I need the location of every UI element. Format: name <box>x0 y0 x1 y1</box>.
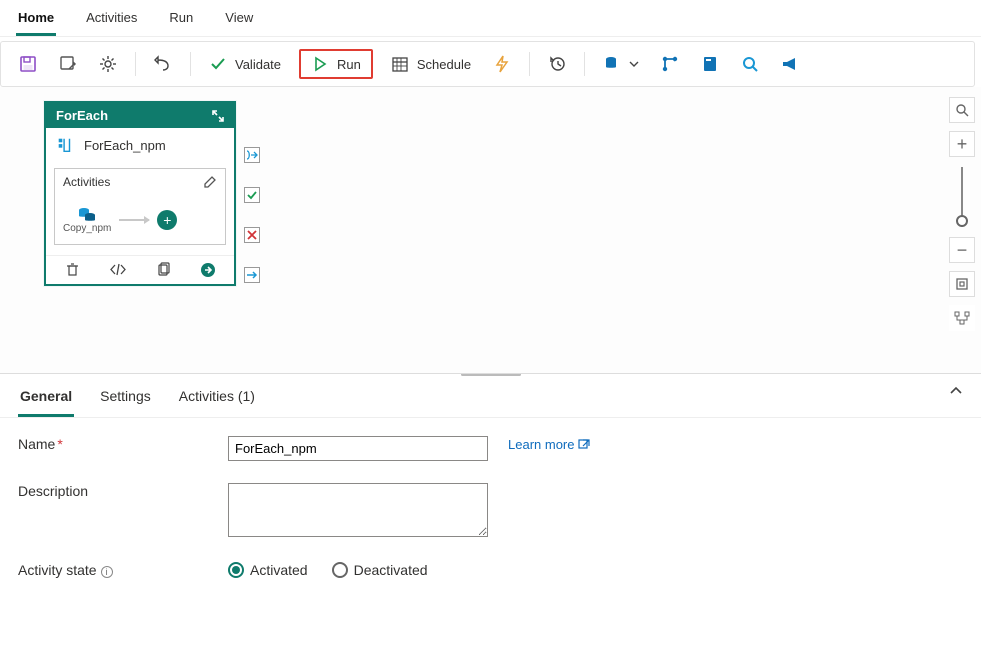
save-as-button[interactable] <box>55 53 81 75</box>
search-button[interactable] <box>737 53 763 75</box>
description-label: Description <box>18 483 228 499</box>
schedule-label: Schedule <box>417 57 471 72</box>
run-label: Run <box>337 57 361 72</box>
radio-activated[interactable]: Activated <box>228 562 308 578</box>
layout-button[interactable] <box>949 305 975 331</box>
run-button[interactable]: Run <box>299 49 373 79</box>
zoom-slider[interactable] <box>961 167 963 227</box>
undo-button[interactable] <box>150 53 176 75</box>
schedule-button[interactable]: Schedule <box>387 53 475 75</box>
save-icon <box>19 55 37 73</box>
fit-button[interactable] <box>949 271 975 297</box>
separator <box>135 52 136 76</box>
handle-skip[interactable] <box>244 147 260 163</box>
foreach-icon <box>56 136 74 154</box>
database-icon <box>603 55 621 73</box>
card-footer <box>46 255 234 284</box>
name-input[interactable] <box>228 436 488 461</box>
validate-button[interactable]: Validate <box>205 53 285 75</box>
card-type-label: ForEach <box>56 108 108 123</box>
search-icon <box>741 55 759 73</box>
copy-activity-label: Copy_npm <box>63 223 111 234</box>
card-inner-activities[interactable]: Activities Copy_npm + <box>54 168 226 245</box>
handle-completion[interactable] <box>244 267 260 283</box>
tab-home[interactable]: Home <box>16 6 56 36</box>
tab-activities-count[interactable]: Activities (1) <box>177 386 257 417</box>
calendar-icon <box>391 55 409 73</box>
megaphone-icon <box>781 55 799 73</box>
save-as-icon <box>59 55 77 73</box>
panel-tabs: General Settings Activities (1) <box>0 376 981 418</box>
toolbar: Validate Run Schedule <box>0 41 975 87</box>
copy-icon[interactable] <box>156 262 171 278</box>
handle-success[interactable] <box>244 187 260 203</box>
card-activity-name: ForEach_npm <box>84 138 166 153</box>
announce-button[interactable] <box>777 53 803 75</box>
go-icon[interactable] <box>200 262 216 278</box>
edit-icon[interactable] <box>203 175 217 189</box>
tab-general[interactable]: General <box>18 386 74 417</box>
settings-button[interactable] <box>95 53 121 75</box>
separator <box>529 52 530 76</box>
inner-activities-label: Activities <box>63 175 110 189</box>
activity-state-label: Activity statei <box>18 562 228 578</box>
chevron-down-icon <box>629 55 639 73</box>
code-icon[interactable] <box>109 262 127 278</box>
inner-flow: Copy_npm + <box>63 205 217 234</box>
zoom-in-button[interactable]: + <box>949 131 975 157</box>
book-icon <box>701 55 719 73</box>
description-input[interactable] <box>228 483 488 537</box>
zoom-out-button[interactable]: − <box>949 237 975 263</box>
branch-button[interactable] <box>657 53 683 75</box>
separator <box>584 52 585 76</box>
copy-activity-icon[interactable] <box>77 205 97 223</box>
tab-run[interactable]: Run <box>167 6 195 36</box>
general-form: Name* Learn more Description Activity st… <box>0 418 981 596</box>
radio-deactivated[interactable]: Deactivated <box>332 562 428 578</box>
collapse-panel-button[interactable] <box>949 386 963 396</box>
history-button[interactable] <box>544 53 570 75</box>
connector-handles <box>244 147 260 283</box>
validate-label: Validate <box>235 57 281 72</box>
canvas-tools: + − <box>949 97 975 331</box>
pipeline-canvas[interactable]: ForEach ForEach_npm Activities <box>0 87 981 373</box>
datastore-button[interactable] <box>599 53 643 75</box>
zoom-thumb[interactable] <box>956 215 968 227</box>
add-activity-button[interactable]: + <box>157 210 177 230</box>
top-tabs: Home Activities Run View <box>0 0 981 37</box>
delete-icon[interactable] <box>65 262 80 278</box>
find-button[interactable] <box>949 97 975 123</box>
info-icon[interactable]: i <box>101 566 113 578</box>
play-icon <box>311 55 329 73</box>
tab-view[interactable]: View <box>223 6 255 36</box>
bolt-icon <box>493 55 511 73</box>
foreach-activity-card[interactable]: ForEach ForEach_npm Activities <box>44 101 236 286</box>
history-icon <box>548 55 566 73</box>
card-title-row: ForEach_npm <box>46 128 234 162</box>
card-header[interactable]: ForEach <box>46 103 234 128</box>
branch-icon <box>661 55 679 73</box>
handle-fail[interactable] <box>244 227 260 243</box>
library-button[interactable] <box>697 53 723 75</box>
gear-icon <box>99 55 117 73</box>
separator <box>190 52 191 76</box>
canvas-area: ForEach ForEach_npm Activities <box>0 87 981 374</box>
name-label: Name* <box>18 436 228 452</box>
learn-more-link[interactable]: Learn more <box>508 437 590 452</box>
tab-settings[interactable]: Settings <box>98 386 153 417</box>
flow-arrow <box>119 219 149 221</box>
trigger-button[interactable] <box>489 53 515 75</box>
tab-activities[interactable]: Activities <box>84 6 139 36</box>
properties-panel: General Settings Activities (1) Name* Le… <box>0 376 981 666</box>
undo-icon <box>154 55 172 73</box>
save-button[interactable] <box>15 53 41 75</box>
check-icon <box>209 55 227 73</box>
expand-icon[interactable] <box>212 110 224 122</box>
